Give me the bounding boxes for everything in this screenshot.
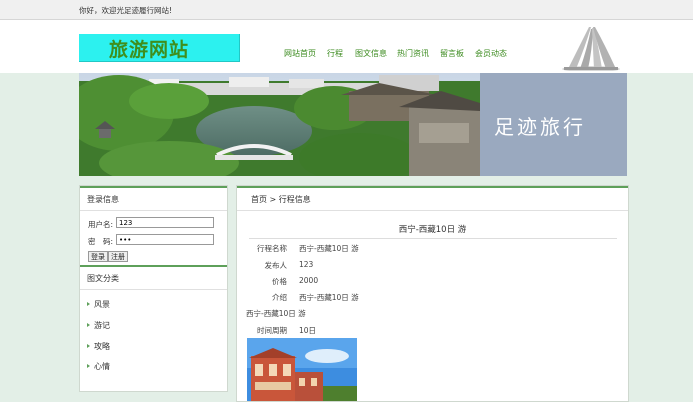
nav-trips[interactable]: 行程: [327, 48, 343, 59]
field-label: 行程名称: [257, 244, 287, 253]
login-button[interactable]: 登录: [88, 251, 108, 262]
nav-home[interactable]: 网站首页: [284, 48, 316, 59]
nav-gallery[interactable]: 图文信息: [355, 48, 387, 59]
field-value: 10日: [299, 326, 317, 335]
divider: [249, 238, 617, 239]
field-value: 2000: [299, 276, 319, 285]
password-input[interactable]: [116, 234, 214, 245]
logo-text: 旅游网站: [109, 39, 190, 61]
password-row: 密 码:: [88, 234, 214, 247]
nav-hot-news[interactable]: 热门资讯: [397, 48, 429, 59]
intro-text: 西宁-西藏10日 游: [246, 309, 306, 318]
site-header: 旅游网站 网站首页 行程 图文信息 热门资讯 留言板 会员动态: [0, 20, 693, 73]
field-value: 123: [299, 260, 314, 269]
top-bar: 你好，欢迎光足迹履行网站!: [0, 0, 693, 20]
site-logo[interactable]: 旅游网站: [79, 34, 240, 62]
welcome-text: 你好，欢迎光足迹履行网站!: [79, 6, 173, 15]
breadcrumb: 首页 > 行程信息: [237, 186, 628, 211]
login-title: 登录信息: [87, 195, 119, 204]
username-row: 用户名:: [88, 217, 214, 230]
breadcrumb-text[interactable]: 首页 > 行程信息: [251, 194, 311, 205]
category-item-travelogue[interactable]: 游记: [87, 320, 110, 331]
category-item-scenery[interactable]: 风景: [87, 299, 110, 310]
article-title: 西宁-西藏10日 游: [398, 225, 467, 235]
bullet-icon: [87, 302, 90, 306]
trip-photo: [247, 338, 357, 401]
category-label: 游记: [94, 321, 110, 330]
field-label: 介绍: [272, 293, 287, 302]
category-item-mood[interactable]: 心情: [87, 361, 110, 372]
register-button[interactable]: 注册: [108, 251, 128, 262]
category-label: 风景: [94, 300, 110, 309]
field-label: 发布人: [264, 261, 288, 270]
scenery-photo: [79, 73, 480, 176]
category-title: 图文分类: [87, 274, 119, 283]
username-label: 用户名:: [88, 220, 114, 229]
nav-member-news[interactable]: 会员动态: [475, 48, 507, 59]
main-content: 首页 > 行程信息 西宁-西藏10日 游 行程名称 西宁-西藏10日 游 发布人…: [236, 185, 629, 402]
category-label: 心情: [94, 362, 110, 371]
field-value: 西宁-西藏10日 游: [299, 293, 359, 302]
bullet-icon: [87, 344, 90, 348]
bullet-icon: [87, 364, 90, 368]
username-input[interactable]: [116, 217, 214, 228]
left-sidebar: 登录信息 用户名: 密 码: 登录 注册 图文分类 风景 游记 攻略 心情: [79, 185, 228, 392]
monument-icon: [562, 27, 620, 71]
hero-banner: 足迹旅行: [79, 73, 627, 176]
login-box-title: 登录信息: [80, 186, 227, 211]
category-box-title: 图文分类: [80, 265, 227, 290]
category-label: 攻略: [94, 342, 110, 351]
nav-guestbook[interactable]: 留言板: [440, 48, 464, 59]
category-item-guide[interactable]: 攻略: [87, 341, 110, 352]
field-label: 时间周期: [257, 326, 287, 335]
bullet-icon: [87, 323, 90, 327]
banner-slogan: 足迹旅行: [494, 115, 586, 139]
field-label: 价格: [272, 277, 287, 286]
field-value: 西宁-西藏10日 游: [299, 244, 359, 253]
password-label: 密 码:: [88, 237, 114, 246]
